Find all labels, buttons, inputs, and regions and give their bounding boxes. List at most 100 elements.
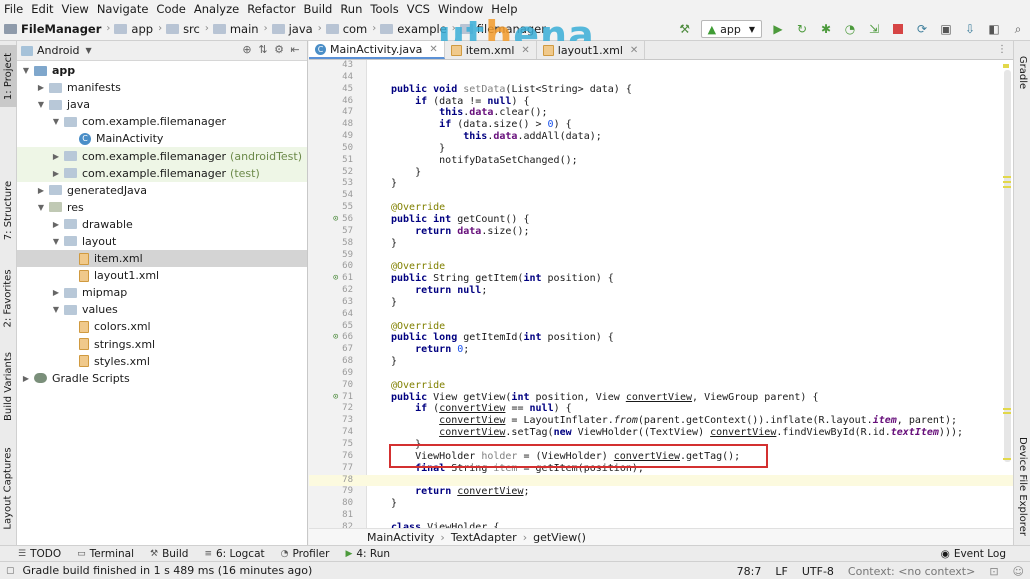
status-message[interactable]: Gradle build finished in 1 s 489 ms (16 … — [23, 564, 313, 577]
line-number[interactable]: 71 — [309, 392, 353, 404]
line-number[interactable]: 44 — [309, 72, 353, 84]
status-toggle-icon[interactable]: ▢ — [6, 566, 15, 576]
menu-vcs[interactable]: VCS — [407, 2, 430, 16]
line-separator[interactable]: LF — [775, 565, 787, 578]
tab-overflow-icon[interactable]: ⋮ — [997, 44, 1007, 55]
code-line[interactable]: 48 if (data.size() > 0) { — [309, 119, 1013, 131]
tree-item[interactable]: ▶ com.example.filemanager (androidTest) — [17, 147, 307, 165]
code-line[interactable]: 63} — [309, 297, 1013, 309]
crumb-com[interactable]: com › — [325, 22, 376, 36]
line-number[interactable]: 57 — [309, 226, 353, 238]
menu-run[interactable]: Run — [340, 2, 362, 16]
tree-item[interactable]: strings.xml — [17, 336, 307, 353]
line-number[interactable]: 67 — [309, 344, 353, 356]
line-number[interactable]: 63 — [309, 297, 353, 309]
collapse-arrow-icon[interactable]: ▶ — [36, 83, 46, 92]
code-line[interactable]: 68} — [309, 356, 1013, 368]
override-gutter-icon[interactable]: ⊙ — [333, 392, 338, 404]
tab-build-variants[interactable]: Build Variants — [0, 346, 17, 426]
code-line[interactable]: 73 convertView = LayoutInflater.from(par… — [309, 415, 1013, 427]
line-number[interactable]: 69 — [309, 368, 353, 380]
code-line[interactable]: 45 public void setData(List<String> data)… — [309, 84, 1013, 96]
code-line[interactable]: 74 convertView.setTag(new ViewHolder((Te… — [309, 427, 1013, 439]
tree-item[interactable]: C MainActivity — [17, 130, 307, 147]
run-icon[interactable]: ▶ — [770, 21, 786, 37]
override-gutter-icon[interactable]: ⊙ — [333, 273, 338, 285]
sync-gradle-icon[interactable]: ⟳ — [914, 21, 930, 37]
code-line[interactable]: 49 this.data.addAll(data); — [309, 131, 1013, 143]
code-line[interactable]: 50 } — [309, 143, 1013, 155]
hide-panel-icon[interactable]: ⇤ — [287, 43, 303, 56]
line-number[interactable]: 60 — [309, 261, 353, 273]
line-number[interactable]: 47 — [309, 107, 353, 119]
line-number[interactable]: 52 — [309, 167, 353, 179]
collapse-arrow-icon[interactable]: ▶ — [36, 186, 46, 195]
warning-marker[interactable] — [1003, 458, 1011, 460]
warning-marker[interactable] — [1003, 408, 1011, 410]
hammer-icon[interactable]: ⚒ — [677, 21, 693, 37]
chevron-down-icon[interactable]: ▼ — [86, 46, 92, 55]
warning-marker[interactable] — [1003, 186, 1011, 188]
line-number[interactable]: 43 — [309, 60, 353, 72]
tab-mainactivity-java[interactable]: C MainActivity.java ✕ — [309, 41, 445, 59]
code-line[interactable]: 67 return 0; — [309, 344, 1013, 356]
inspection-indicator[interactable] — [1003, 64, 1009, 68]
warning-marker[interactable] — [1003, 181, 1011, 183]
tab-terminal[interactable]: ▭ Terminal — [77, 548, 134, 560]
line-number[interactable]: 64 — [309, 309, 353, 321]
inspector-icon[interactable]: ☺ — [1013, 565, 1024, 578]
tab-gradle[interactable]: Gradle — [1014, 47, 1030, 97]
line-number[interactable]: 58 — [309, 238, 353, 250]
line-number[interactable]: 50 — [309, 143, 353, 155]
menu-navigate[interactable]: Navigate — [97, 2, 149, 16]
line-number[interactable]: 62 — [309, 285, 353, 297]
code-line[interactable]: 61 ⊙ public String getItem(int position) { — [309, 273, 1013, 285]
menu-analyze[interactable]: Analyze — [194, 2, 239, 16]
code-line[interactable]: 52 } — [309, 167, 1013, 179]
code-line[interactable]: 79 return convertView; — [309, 486, 1013, 498]
line-number[interactable]: 74 — [309, 427, 353, 439]
line-number[interactable]: 73 — [309, 415, 353, 427]
caret-position[interactable]: 78:7 — [737, 565, 762, 578]
code-line[interactable]: 54 — [309, 190, 1013, 202]
tree-item[interactable]: layout1.xml — [17, 267, 307, 284]
expand-arrow-icon[interactable]: ▼ — [51, 305, 61, 314]
tree-item[interactable]: ▶ com.example.filemanager (test) — [17, 164, 307, 182]
collapse-arrow-icon[interactable]: ▶ — [21, 374, 31, 383]
tree-item[interactable]: ▶ mipmap — [17, 284, 307, 301]
sdk-manager-icon[interactable]: ⇩ — [962, 21, 978, 37]
line-number[interactable]: 59 — [309, 250, 353, 262]
line-number[interactable]: 46 — [309, 96, 353, 108]
override-gutter-icon[interactable]: ⊙ — [333, 332, 338, 344]
code-line[interactable]: 46 if (data != null) { — [309, 96, 1013, 108]
tab-build[interactable]: ⚒ Build — [150, 548, 188, 560]
code-line[interactable]: 43 — [309, 60, 1013, 72]
code-line[interactable]: 60 @Override — [309, 261, 1013, 273]
breadcrumb-class[interactable]: MainActivity — [367, 531, 434, 544]
code-line[interactable]: 69 — [309, 368, 1013, 380]
code-line[interactable]: 80} — [309, 498, 1013, 510]
tab-device-file-explorer[interactable]: Device File Explorer — [1014, 431, 1030, 541]
line-number[interactable]: 54 — [309, 190, 353, 202]
line-number[interactable]: 76 — [309, 451, 353, 463]
crumb-main[interactable]: main › — [212, 22, 268, 36]
line-number[interactable]: 56 — [309, 214, 353, 226]
gear-icon[interactable]: ⚙ — [271, 43, 287, 56]
warning-marker[interactable] — [1003, 176, 1011, 178]
expand-arrow-icon[interactable]: ▼ — [21, 66, 31, 75]
tree-item[interactable]: ▼ layout — [17, 233, 307, 250]
warning-marker[interactable] — [1003, 412, 1011, 414]
code-line[interactable]: 56 ⊙ public int getCount() { — [309, 214, 1013, 226]
breadcrumb-inner-class[interactable]: TextAdapter — [451, 531, 517, 544]
crumb-src[interactable]: src › — [166, 22, 209, 36]
crumb-java[interactable]: java › — [271, 22, 322, 36]
stop-icon[interactable] — [890, 21, 906, 37]
code-line[interactable]: 55 @Override — [309, 202, 1013, 214]
collapse-arrow-icon[interactable]: ▶ — [51, 288, 61, 297]
code-line[interactable]: 71 ⊙ public View getView(int position, Vie… — [309, 392, 1013, 404]
code-line[interactable]: 53} — [309, 178, 1013, 190]
collapse-arrow-icon[interactable]: ▶ — [51, 220, 61, 229]
tree-item[interactable]: styles.xml — [17, 353, 307, 370]
apply-changes-icon[interactable]: ↻ — [794, 21, 810, 37]
tab-project[interactable]: 1: Project — [0, 45, 17, 107]
